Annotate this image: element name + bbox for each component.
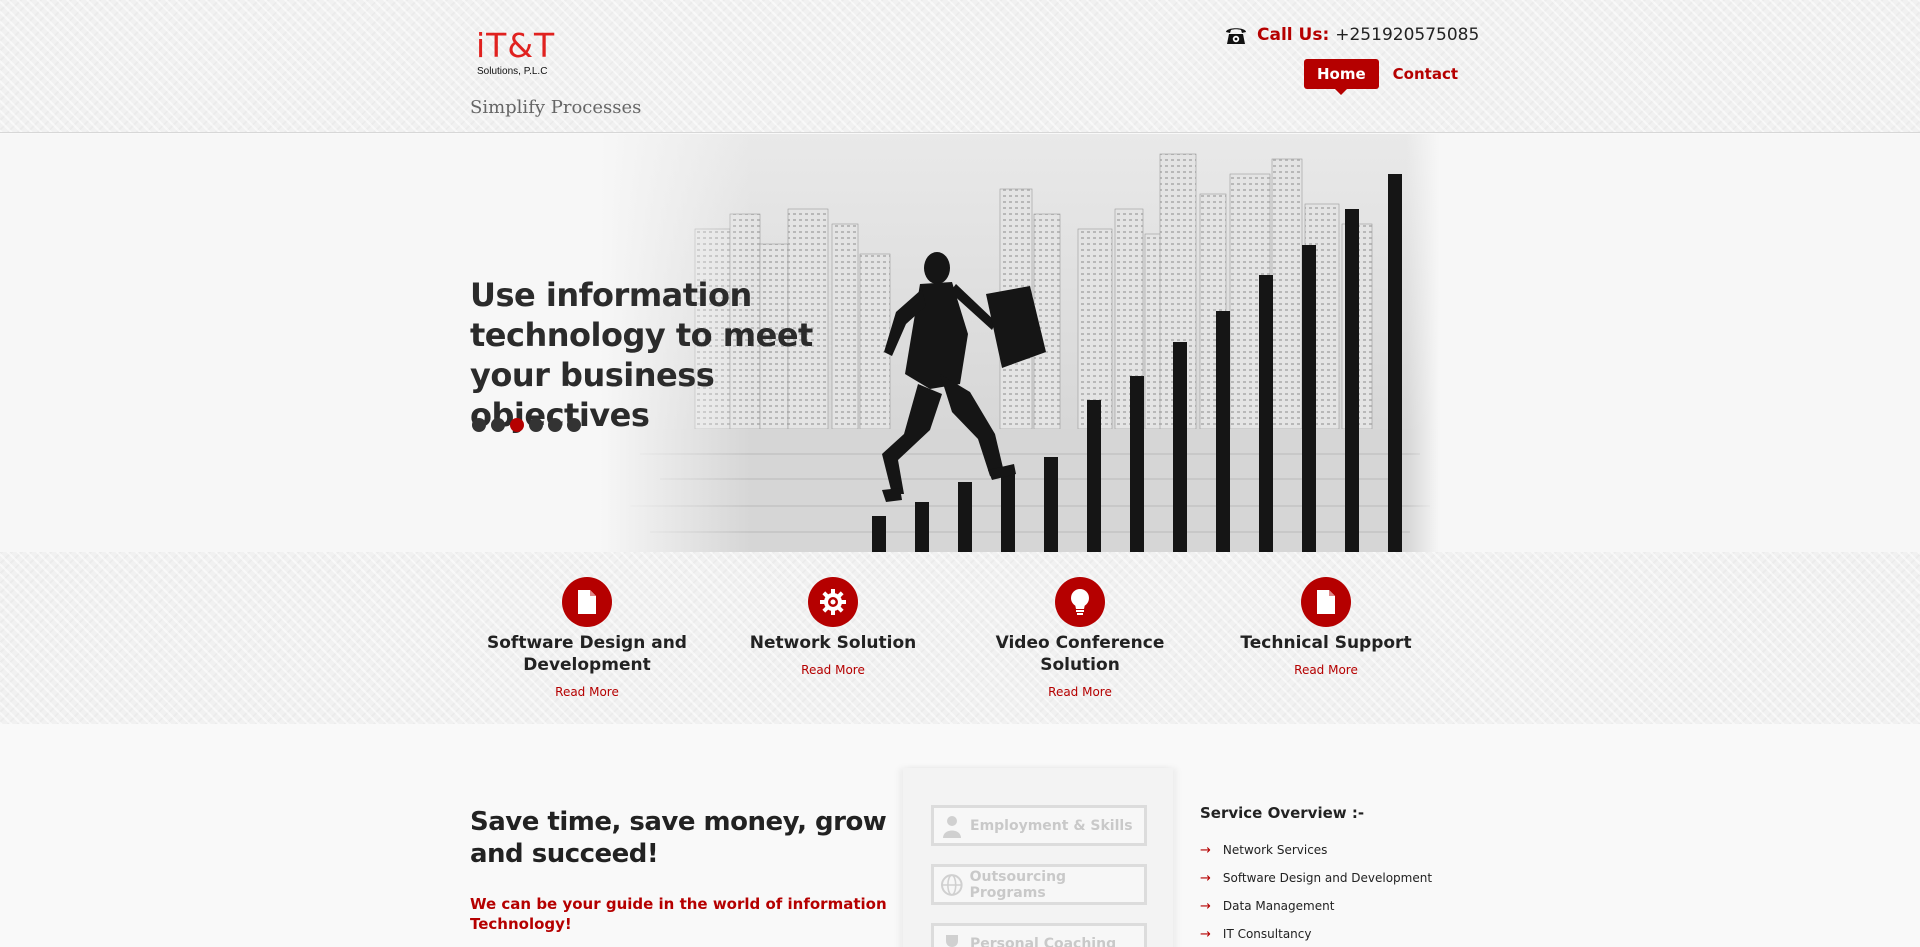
document-icon[interactable]	[562, 577, 612, 627]
program-button-outsourcing[interactable]: Outsourcing Programs	[931, 864, 1147, 905]
read-more-link[interactable]: Read More	[965, 685, 1195, 699]
tagline: Simplify Processes	[470, 97, 642, 118]
lightbulb-icon[interactable]	[1055, 577, 1105, 627]
overview-title: Service Overview :-	[1200, 804, 1365, 822]
service-title: Technical Support	[1240, 633, 1412, 653]
document-icon[interactable]	[1301, 577, 1351, 627]
arrow-right-icon: →	[1200, 842, 1211, 858]
arrow-right-icon: →	[1200, 870, 1211, 886]
phone-contact: Call Us: +251920575085	[1224, 24, 1479, 46]
overview-item[interactable]: → Software Design and Development	[1200, 864, 1460, 892]
intro-block: Save time, save money, grow and succeed!…	[470, 806, 890, 934]
program-button-coaching[interactable]: Personal Coaching	[931, 923, 1147, 947]
slider-dot[interactable]	[529, 418, 543, 432]
slider-dot[interactable]	[510, 418, 524, 432]
programs-panel: Employment & Skills Outsourcing Programs…	[903, 768, 1173, 947]
service-title: Software Design and Development	[487, 633, 687, 675]
read-more-link[interactable]: Read More	[472, 685, 702, 699]
service-card: Network Solution Read More	[718, 577, 948, 677]
logo[interactable]: iT&T Solutions, P.L.C	[476, 26, 556, 78]
logo-subtitle: Solutions, P.L.C	[477, 66, 548, 77]
phone-number[interactable]: +251920575085	[1335, 25, 1479, 45]
intro-title: Save time, save money, grow and succeed!	[470, 807, 887, 869]
trophy-icon	[946, 934, 958, 947]
hero-slider: Use information technology to meet your …	[0, 134, 1920, 552]
overview-item[interactable]: → IT Consultancy	[1200, 920, 1460, 947]
logo-text: iT&T	[476, 26, 556, 65]
service-title: Video Conference Solution	[995, 633, 1165, 675]
phone-label: Call Us:	[1257, 25, 1330, 45]
gear-icon[interactable]	[808, 577, 858, 627]
service-title: Network Solution	[749, 633, 917, 653]
slider-pagination	[472, 418, 586, 432]
program-label: Outsourcing Programs	[969, 868, 1067, 901]
slider-dot[interactable]	[567, 418, 581, 432]
nav-contact[interactable]: Contact	[1393, 65, 1458, 83]
service-card: Software Design and Development Read Mor…	[472, 577, 702, 699]
hero-title: Use information technology to meet your …	[470, 276, 813, 434]
slider-dot[interactable]	[491, 418, 505, 432]
main-nav: Home Contact	[1304, 59, 1458, 95]
arrow-right-icon: →	[1200, 926, 1211, 942]
program-button-employment[interactable]: Employment & Skills	[931, 805, 1147, 846]
arrow-right-icon: →	[1200, 898, 1211, 914]
read-more-link[interactable]: Read More	[718, 663, 948, 677]
intro-subtitle: We can be your guide in the world of inf…	[470, 895, 887, 933]
overview-item[interactable]: → Network Services	[1200, 836, 1460, 864]
site-header: iT&T Solutions, P.L.C Simplify Processes…	[0, 0, 1920, 133]
service-card: Technical Support Read More	[1211, 577, 1441, 677]
overview-list: → Network Services → Software Design and D…	[1200, 836, 1460, 947]
service-overview: Service Overview :- → Network Services → S…	[1200, 804, 1460, 947]
slider-dot[interactable]	[548, 418, 562, 432]
phone-icon	[1226, 28, 1246, 44]
globe-icon	[940, 873, 963, 896]
read-more-link[interactable]: Read More	[1211, 663, 1441, 677]
slider-dot[interactable]	[472, 418, 486, 432]
service-card: Video Conference Solution Read More	[965, 577, 1195, 699]
overview-item[interactable]: → Data Management	[1200, 892, 1460, 920]
program-label: Personal Coaching	[970, 935, 1117, 947]
person-icon	[943, 815, 961, 838]
program-label: Employment & Skills	[970, 817, 1133, 834]
nav-home[interactable]: Home	[1304, 59, 1379, 95]
services-band: Software Design and Development Read Mor…	[0, 552, 1920, 724]
